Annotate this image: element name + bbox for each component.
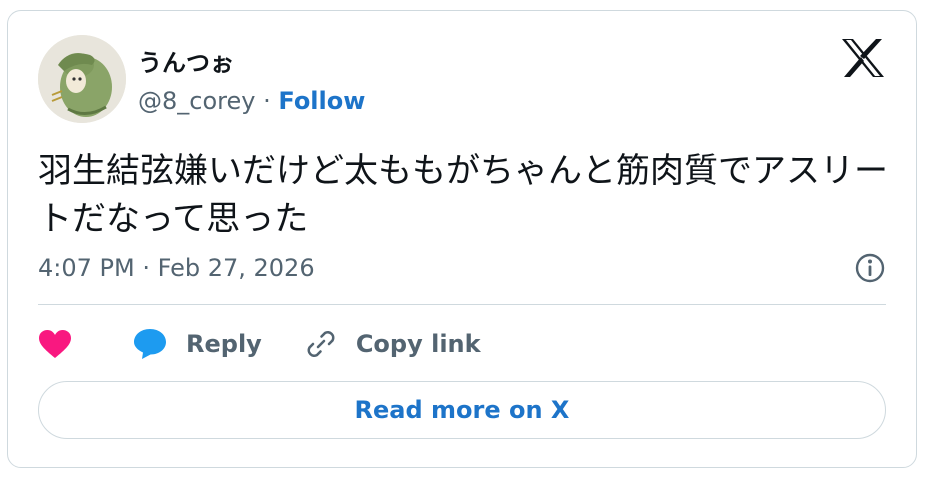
follow-link[interactable]: Follow — [278, 87, 365, 115]
divider — [38, 304, 886, 305]
info-icon[interactable] — [854, 252, 886, 284]
like-button[interactable] — [38, 329, 72, 359]
avatar-illustration — [38, 35, 126, 123]
copy-link-label: Copy link — [355, 330, 481, 358]
x-logo-icon[interactable] — [840, 37, 886, 79]
read-more-label: Read more on X — [354, 396, 570, 424]
read-more-button[interactable]: Read more on X — [38, 381, 886, 439]
display-name[interactable]: うんつぉ — [138, 43, 234, 78]
handle-separator: · — [263, 87, 271, 115]
tweet-timestamp[interactable]: 4:07 PM · Feb 27, 2026 — [38, 254, 315, 282]
embedded-tweet-card: うんつぉ @8_corey · Follow 羽生結弦嫌いだけど太ももがちゃんと… — [7, 10, 917, 468]
avatar[interactable] — [38, 35, 126, 123]
reply-label: Reply — [186, 330, 262, 358]
reply-button[interactable]: Reply — [132, 327, 262, 361]
handle[interactable]: @8_corey — [138, 87, 255, 115]
speech-bubble-icon — [134, 329, 166, 359]
copy-link-button[interactable]: Copy link — [304, 327, 481, 361]
handle-row: @8_corey · Follow — [138, 87, 365, 115]
action-bar: Reply Copy link — [38, 321, 481, 367]
tweet-text: 羽生結弦嫌いだけど太ももがちゃんと筋肉質でアスリートだなって思った — [38, 151, 888, 239]
heart-icon — [39, 330, 71, 358]
link-icon — [307, 331, 335, 357]
